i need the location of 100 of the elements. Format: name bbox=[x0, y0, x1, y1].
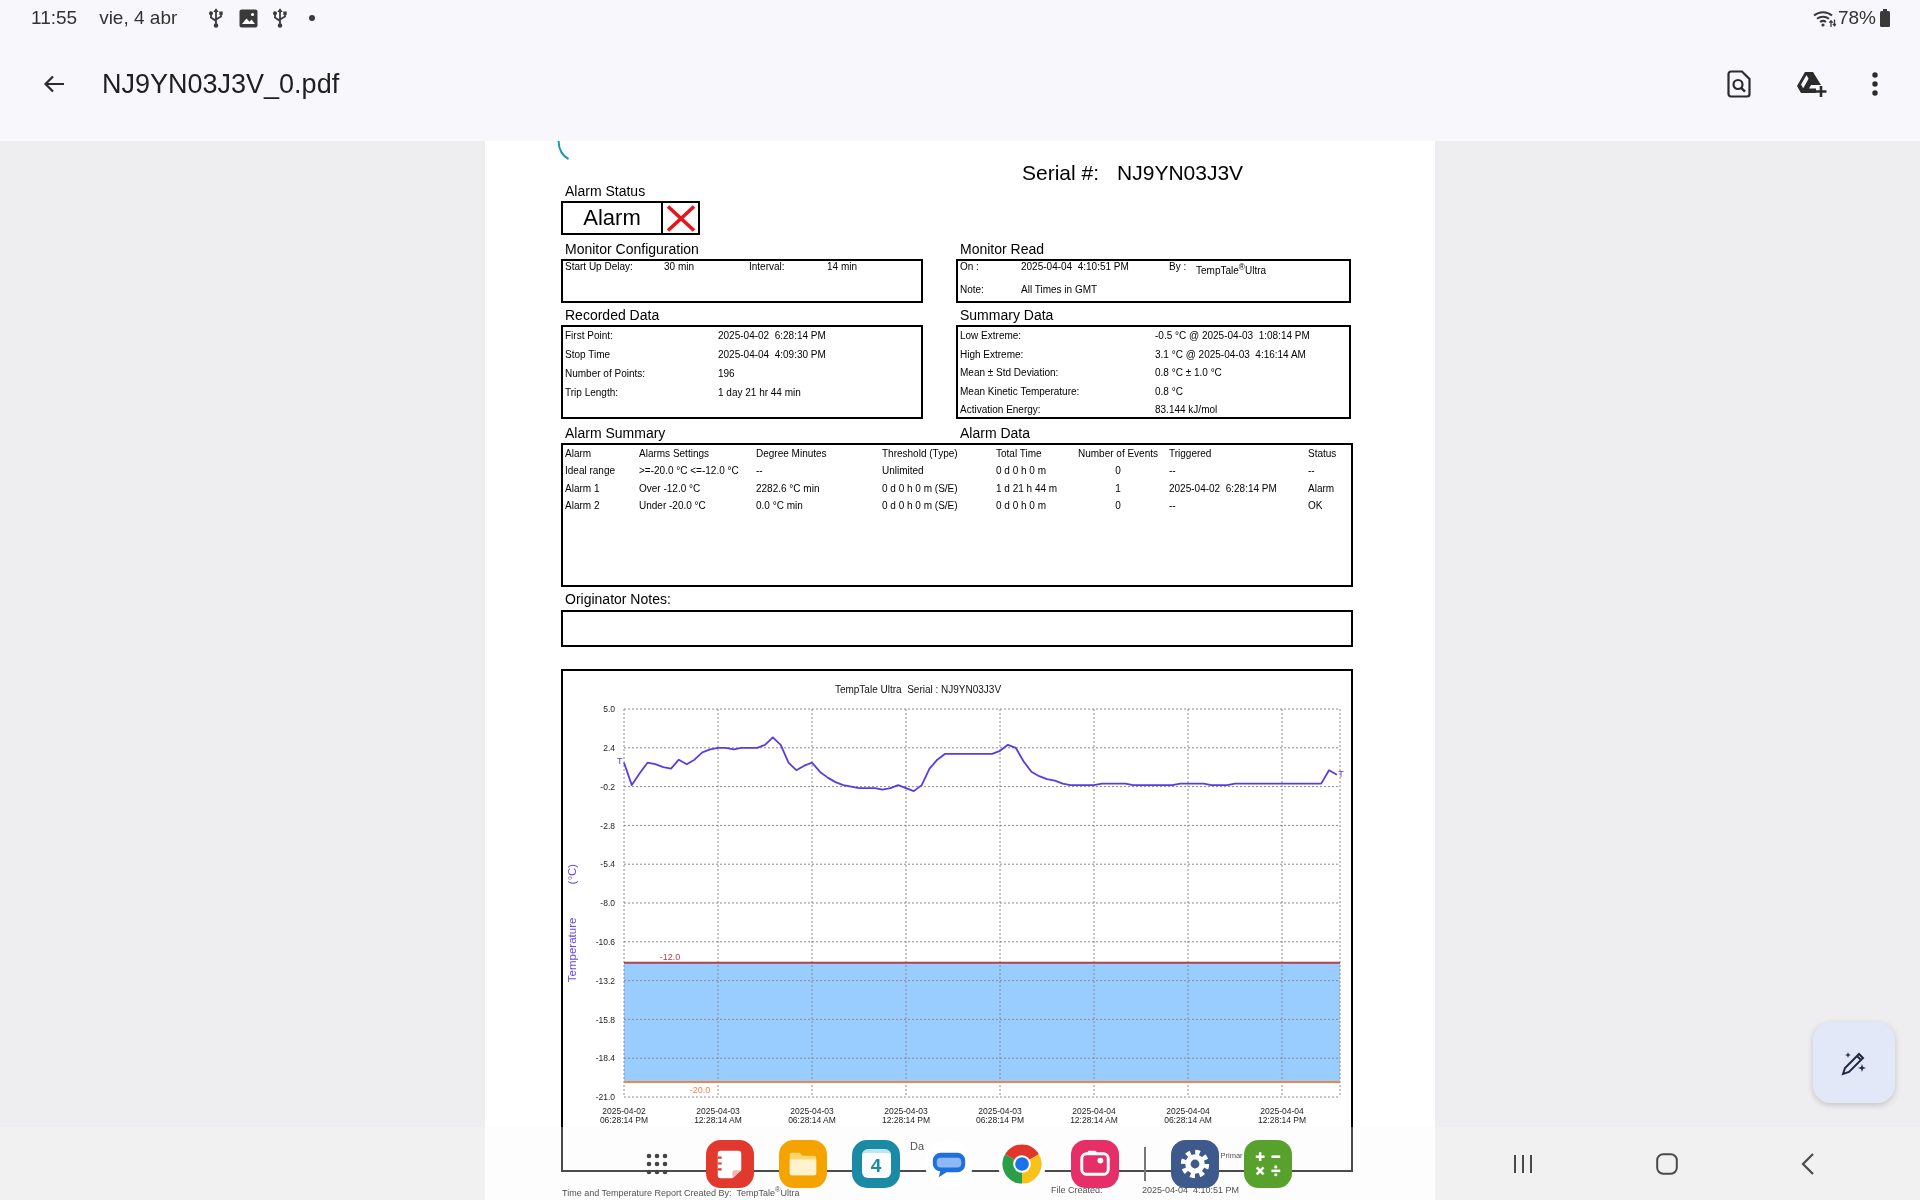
chart-title: TempTale Ultra Serial : NJ9YN03J3V bbox=[834, 683, 1002, 695]
table-cell-text: 2025-04-02 6:28:14 PM bbox=[1169, 481, 1278, 496]
x-tick-label: 2025-04-03 12:28:14 AM bbox=[694, 1106, 742, 1125]
table-cell-text: Alarm 2 bbox=[565, 498, 601, 513]
file-title: NJ9YN03J3V_0.pdf bbox=[102, 68, 340, 100]
serial-number: NJ9YN03J3V bbox=[1117, 161, 1244, 185]
usb-icon bbox=[272, 8, 289, 28]
field-value: 196 bbox=[718, 368, 736, 380]
section-heading: Alarm Status bbox=[564, 183, 646, 199]
triangle-plus-icon[interactable] bbox=[1796, 71, 1827, 97]
field-value: 0.8 °C bbox=[1155, 385, 1184, 398]
table-cell-text: -- bbox=[1308, 464, 1316, 479]
table-cell-text: 0 d 0 h 0 m (S/E) bbox=[882, 498, 959, 513]
table-cell-text: >=-20.0 °C <=-12.0 °C bbox=[639, 464, 740, 479]
section-heading: Summary Data bbox=[959, 307, 1054, 323]
field-value: 3.1 °C @ 2025-04-03 4:16:14 AM bbox=[1155, 348, 1307, 361]
edit-button[interactable] bbox=[1813, 1022, 1895, 1103]
x-tick-label: 2025-04-03 06:28:14 PM bbox=[975, 1106, 1025, 1125]
section-heading: Originator Notes: bbox=[564, 591, 671, 607]
x-tick-label: 2025-04-04 06:28:14 AM bbox=[1164, 1106, 1212, 1125]
table-header: Status bbox=[1308, 447, 1338, 461]
table-header: Total Time bbox=[996, 447, 1043, 461]
section-heading: Monitor Configuration bbox=[564, 241, 699, 257]
section-heading: Alarm Data bbox=[959, 425, 1031, 441]
field-value: 30 min bbox=[664, 261, 695, 273]
home-icon[interactable] bbox=[1656, 1152, 1678, 1175]
field-label: By : bbox=[1169, 261, 1188, 274]
field-label: High Extreme: bbox=[960, 348, 1025, 361]
threshold-label: -20.0 bbox=[689, 1085, 711, 1096]
field-label: Note: bbox=[960, 283, 985, 296]
x-tick-label: 2025-04-02 06:28:14 PM bbox=[599, 1106, 649, 1125]
field-value: 2025-04-04 4:09:30 PM bbox=[718, 349, 827, 361]
marker-label: T bbox=[1338, 768, 1344, 779]
status-date: vie, 4 abr bbox=[99, 7, 178, 29]
table-cell-text: 1 bbox=[1114, 481, 1122, 496]
table-cell-text: -- bbox=[756, 464, 764, 479]
table-cell-text: 0 bbox=[1114, 498, 1122, 513]
notebook-icon[interactable] bbox=[706, 1139, 754, 1188]
field-label: On : bbox=[960, 261, 980, 274]
threshold-label: -12.0 bbox=[659, 952, 681, 963]
image-icon bbox=[239, 8, 259, 28]
table-cell-text: Over -12.0 °C bbox=[639, 481, 702, 496]
x-tick-label: 2025-04-03 12:28:14 PM bbox=[881, 1106, 931, 1125]
table-cell-text: 0 d 0 h 0 m bbox=[996, 498, 1048, 513]
table-header: Threshold (Type) bbox=[882, 447, 959, 461]
table-header: Number of Events bbox=[1076, 447, 1159, 461]
field-value: 2025-04-04 4:10:51 PM bbox=[1021, 261, 1130, 274]
x-tick-label: 2025-04-04 12:28:14 PM bbox=[1257, 1106, 1307, 1125]
field-value: 0.8 °C ± 1.0 °C bbox=[1155, 367, 1223, 379]
calendar-button[interactable]: 4 bbox=[852, 1139, 900, 1188]
footer-text: Time and Temperature Report Created By: TempTale$^{®}$Ultra bbox=[562, 1184, 801, 1200]
field-label: Interval: bbox=[749, 261, 786, 273]
field-value: 14 min bbox=[827, 261, 858, 273]
field-value: All Times in GMT bbox=[1021, 283, 1099, 296]
table-cell-text: 1 d 21 h 44 m bbox=[996, 481, 1059, 496]
wifi-icon bbox=[1812, 9, 1836, 27]
table-cell-text: Unlimited bbox=[882, 464, 925, 479]
back-nav-icon[interactable] bbox=[1801, 1152, 1814, 1175]
section-heading: Recorded Data bbox=[564, 307, 660, 323]
battery-percent: 78% bbox=[1837, 7, 1876, 29]
table-cell-text: OK bbox=[1308, 498, 1324, 513]
marker-label: T bbox=[617, 755, 623, 766]
status-time: 11:55 bbox=[31, 7, 78, 29]
field-value: TempTale$^{®}$Ultra bbox=[1196, 261, 1268, 278]
footer-text: File Created: bbox=[1051, 1184, 1104, 1197]
field-value: 1 day 21 hr 44 min bbox=[718, 387, 802, 399]
table-header: Degree Minutes bbox=[756, 447, 828, 461]
table-cell-text: Ideal range bbox=[565, 464, 617, 479]
section-heading: Monitor Read bbox=[959, 241, 1045, 257]
table-cell-text: 0 bbox=[1114, 464, 1122, 479]
field-value: 2025-04-02 6:28:14 PM bbox=[718, 330, 827, 342]
table-cell-text: Alarm 1 bbox=[565, 481, 601, 496]
y-axis-label: Temperature (°C) bbox=[566, 863, 578, 983]
table-cell-text: Alarm bbox=[1308, 481, 1336, 496]
apps-grid-icon[interactable] bbox=[646, 1152, 668, 1175]
x-axis-label: Da bbox=[910, 1140, 925, 1152]
more-options-icon[interactable] bbox=[1872, 72, 1878, 96]
table-cell-text: -- bbox=[1169, 498, 1177, 513]
dot-icon bbox=[309, 15, 316, 21]
field-value: 83.144 kJ/mol bbox=[1155, 404, 1219, 416]
field-label: Start Up Delay: bbox=[565, 261, 634, 273]
y-tick-label: -13.2 bbox=[595, 975, 615, 986]
camera-icon[interactable] bbox=[1071, 1139, 1119, 1188]
document-search-icon[interactable] bbox=[1727, 70, 1751, 98]
serial-label: Serial #: bbox=[1022, 161, 1100, 185]
table-cell-text: 0 d 0 h 0 m bbox=[996, 464, 1048, 479]
table-cell-text: 0 d 0 h 0 m (S/E) bbox=[882, 481, 959, 496]
y-tick-label: -0.2 bbox=[600, 781, 615, 792]
table-cell-text: -- bbox=[1169, 464, 1177, 479]
table-cell-text: 2282.6 °C min bbox=[756, 481, 821, 496]
y-tick-label: -21.0 bbox=[595, 1092, 615, 1103]
x-tick-label: 2025-04-03 06:28:14 AM bbox=[788, 1106, 836, 1125]
field-label: Mean Kinetic Temperature: bbox=[960, 385, 1081, 398]
battery-icon bbox=[1880, 9, 1890, 27]
alarm-status-value: Alarm bbox=[582, 204, 642, 232]
table-header: Triggered bbox=[1169, 447, 1213, 461]
field-label: Number of Points: bbox=[565, 368, 647, 380]
recent-apps-icon[interactable] bbox=[1513, 1153, 1533, 1174]
field-value: -0.5 °C @ 2025-04-03 1:08:14 PM bbox=[1155, 330, 1311, 342]
y-tick-label: -2.8 bbox=[600, 820, 615, 831]
